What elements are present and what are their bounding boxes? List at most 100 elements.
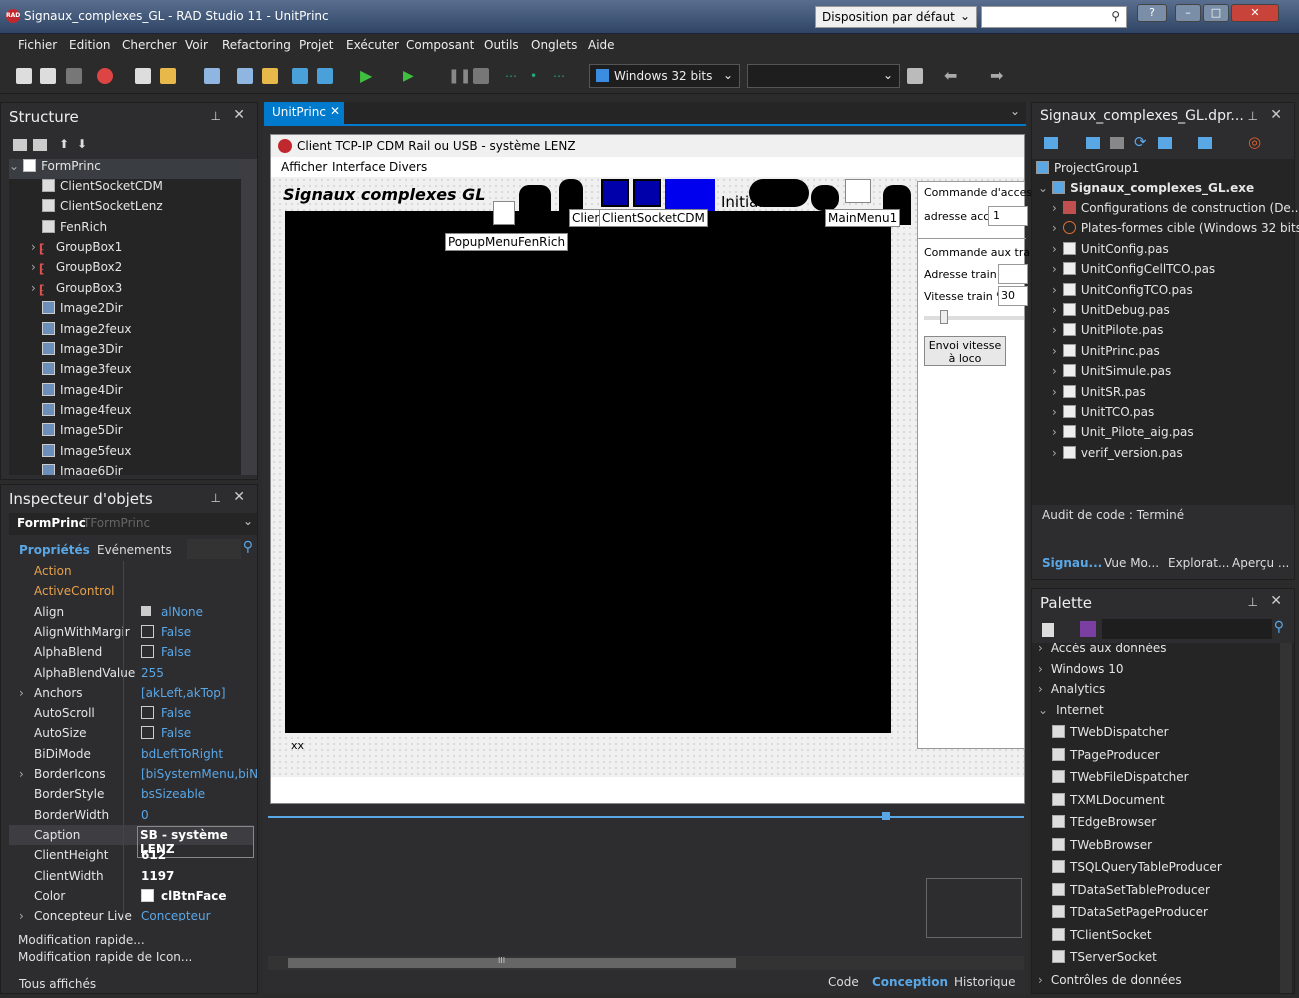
add-icon[interactable] [13, 139, 27, 151]
open-project-icon[interactable] [40, 68, 56, 84]
tab-explorateur[interactable]: Explorat... [1168, 556, 1229, 570]
activate-icon[interactable] [1044, 137, 1058, 149]
menu-chercher[interactable]: Chercher [122, 38, 177, 52]
tree-item-file[interactable]: › UnitPrinc.pas [1052, 343, 1160, 364]
property-value[interactable]: False [161, 706, 191, 720]
new-component-icon[interactable] [1042, 623, 1054, 637]
quick-edit-link[interactable]: Modification rapide... [18, 933, 145, 947]
tree-item-file[interactable]: › UnitConfigTCO.pas [1052, 282, 1193, 303]
tree-item-file[interactable]: › Configurations de construction (De... [1052, 201, 1299, 221]
tree-item[interactable]: ClientSocketCDM [42, 179, 163, 199]
palette-component[interactable]: TClientSocket [1038, 927, 1152, 948]
property-row[interactable]: AlphaBlendValue 255 [9, 663, 254, 683]
property-row[interactable]: BorderStyle bsSizeable [9, 784, 254, 804]
signal-image[interactable] [519, 185, 551, 211]
minimize-button[interactable]: – [1175, 4, 1201, 22]
tree-item-file[interactable]: › UnitSimule.pas [1052, 364, 1171, 384]
tree-item-file[interactable]: › UnitConfig.pas [1052, 241, 1169, 262]
horizontal-scrollbar[interactable]: III [268, 956, 1024, 970]
tab-code[interactable]: Code [828, 975, 859, 989]
trace-line-icon[interactable]: ⋯ [553, 68, 569, 84]
menu-edition[interactable]: Edition [69, 38, 111, 52]
tab-historique[interactable]: Historique [954, 975, 1016, 989]
property-row[interactable]: AutoScroll False [9, 703, 254, 723]
menu-aide[interactable]: Aide [588, 38, 615, 52]
property-value[interactable]: clBtnFace [161, 889, 227, 903]
splitter[interactable] [268, 816, 1024, 818]
property-row[interactable]: AlphaBlend False [9, 642, 254, 662]
property-row[interactable]: Action [9, 561, 254, 581]
palette-component[interactable]: TSQLQueryTableProducer [1038, 860, 1222, 880]
tree-item-file[interactable]: › UnitDebug.pas [1052, 303, 1170, 323]
form-menu-afficher[interactable]: Afficher [281, 160, 327, 174]
property-row[interactable]: Align alNone [9, 602, 254, 622]
splitter-handle[interactable] [882, 812, 890, 820]
menu-refactoring[interactable]: Refactoring [222, 38, 291, 52]
property-row[interactable]: AutoSize False [9, 723, 254, 743]
property-value[interactable]: False [161, 625, 191, 639]
chevron-down-icon[interactable]: ⌄ [1010, 104, 1020, 118]
tree-item[interactable]: › ⁅ GroupBox1 [31, 240, 122, 260]
tree-item[interactable]: › ⁅ GroupBox3 [31, 281, 122, 301]
palette-category[interactable]: ⌄ Internet [1038, 703, 1104, 723]
property-value[interactable]: 612 [141, 848, 166, 862]
menu-voir[interactable]: Voir [185, 38, 208, 52]
close-button[interactable]: ✕ [1231, 4, 1279, 22]
palette-component[interactable]: TPageProducer [1038, 747, 1160, 768]
device-icon[interactable] [907, 68, 923, 84]
stop-icon[interactable] [473, 68, 489, 84]
tree-item-file[interactable]: › UnitSR.pas [1052, 384, 1146, 405]
menu-composant[interactable]: Composant [406, 38, 474, 52]
property-row[interactable]: › Anchors [akLeft,akTop] [9, 683, 254, 703]
configuration-dropdown[interactable]: ⌄ [747, 64, 900, 88]
signal-image[interactable] [811, 185, 839, 211]
close-icon[interactable]: ✕ [233, 107, 245, 123]
tree-item[interactable]: Image4feux [42, 403, 132, 423]
close-icon[interactable]: ✕ [1270, 593, 1282, 609]
search-icon[interactable]: ⚲ [1274, 619, 1284, 635]
property-row[interactable]: Caption SB - système LENZ [9, 824, 254, 858]
tab-signaux[interactable]: Signau... [1042, 556, 1102, 570]
tab-properties[interactable]: Propriétés [19, 543, 90, 557]
forward-arrow-icon[interactable]: ➡ [990, 68, 1006, 84]
tree-item[interactable]: Image6Dir [42, 464, 123, 475]
menu-onglets[interactable]: Onglets [531, 38, 577, 52]
form-toggle-icon[interactable] [292, 68, 308, 84]
tree-item-file[interactable]: › verif_version.pas [1052, 445, 1183, 466]
form-menu-interface[interactable]: Interface [332, 160, 386, 174]
help-web-icon[interactable] [97, 68, 113, 84]
tree-item[interactable]: Image3Dir [42, 342, 123, 362]
pin-icon[interactable]: ⊥ [211, 491, 221, 505]
tab-vue-modele[interactable]: Vue Mo... [1104, 556, 1159, 570]
signal-image[interactable] [665, 179, 715, 211]
palette-component[interactable]: TDataSetTableProducer [1038, 882, 1210, 903]
palette-component[interactable]: TDataSetPageProducer [1038, 905, 1208, 925]
tree-item[interactable]: Image4Dir [42, 383, 123, 403]
tree-item[interactable]: Image3feux [42, 362, 132, 382]
move-up-icon[interactable]: ⬆ [59, 137, 69, 151]
tree-item-file[interactable]: › Plates-formes cible (Windows 32 bits) [1052, 221, 1299, 241]
tab-conception[interactable]: Conception [872, 975, 948, 989]
save-icon[interactable] [204, 68, 220, 84]
object-selector[interactable]: FormPrinc TFormPrinc ⌄ [9, 513, 257, 535]
quick-edit-icon-link[interactable]: Modification rapide de Icon... [18, 950, 192, 964]
run-no-debug-icon[interactable]: ▶ [403, 68, 419, 84]
adresse-train-input[interactable] [998, 264, 1028, 284]
vitesse-input[interactable]: 30 [998, 286, 1028, 306]
trace-into-icon[interactable]: • [530, 68, 546, 84]
tab-unitprinc[interactable]: UnitPrinc ✕ [264, 102, 344, 124]
property-value[interactable]: alNone [161, 605, 203, 619]
remove-icon[interactable] [1110, 137, 1124, 149]
palette-category[interactable]: › Contrôles de données [1038, 973, 1182, 993]
palette-component[interactable]: TEdgeBrowser [1038, 815, 1156, 835]
tab-apercu[interactable]: Aperçu ... [1232, 556, 1289, 570]
property-value[interactable]: 1197 [141, 869, 174, 883]
property-value[interactable]: [biSystemMenu,biN [141, 767, 257, 781]
palette-search-input[interactable] [1102, 619, 1272, 639]
palette-category[interactable]: › Windows 10 [1038, 662, 1123, 682]
property-row[interactable]: AlignWithMargir False [9, 622, 254, 642]
pointer-icon[interactable] [1080, 621, 1096, 637]
tree-item[interactable]: Image5Dir [42, 423, 123, 443]
folder-icon[interactable] [160, 68, 176, 84]
palette-scrollbar[interactable] [1280, 643, 1292, 993]
